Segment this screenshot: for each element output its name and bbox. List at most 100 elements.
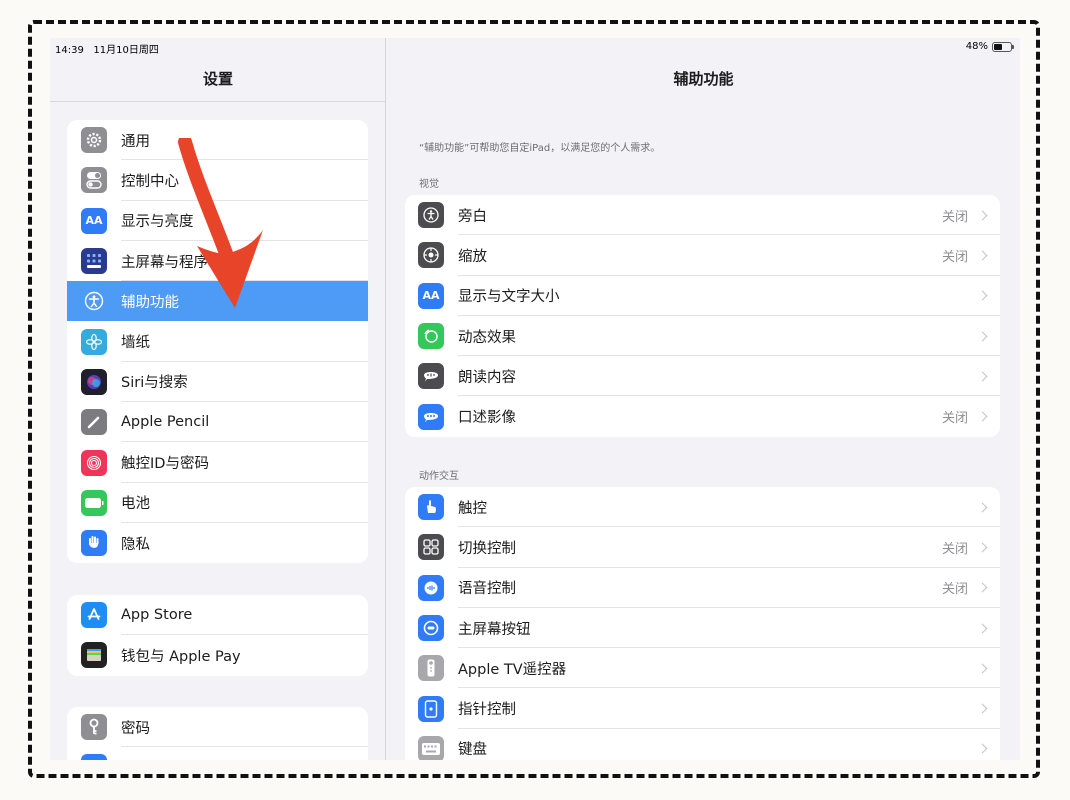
pointer-icon [418,695,444,722]
pencil-icon [81,409,107,436]
row-label: Apple TV遥控器 [458,661,567,678]
sidebar-item-battery[interactable]: 电池 [67,483,368,523]
app-store-icon [81,602,107,629]
vision-group: 旁白 关闭 缩放 关闭 AA 显示与文字大小 动态效果 朗读内容 口述影像 关闭 [405,195,1000,437]
row-value: 关闭 [941,541,968,557]
row-motion[interactable]: 动态效果 [405,316,1000,357]
sidebar-item-wallpaper[interactable]: 墙纸 [67,321,368,362]
sidebar-item-display-brightness[interactable]: AA 显示与亮度 [67,201,368,241]
sidebar-item-privacy[interactable]: 隐私 [67,523,368,563]
row-label: 主屏幕按钮 [458,621,531,638]
sidebar-item-app-store[interactable]: App Store [67,595,368,636]
hand-icon [81,530,107,557]
settings-sidebar: 设置 通用 控制中心 AA 显示与亮度 主屏幕与程序坞 辅助功能 墙纸 Siri… [50,38,386,760]
siri-icon [81,368,107,395]
sidebar-header-divider [50,101,386,102]
sidebar-item-passwords[interactable]: 密码 [67,707,368,748]
row-value: 关闭 [941,582,968,598]
row-value: 关闭 [941,249,968,265]
row-switch-control[interactable]: 切换控制 关闭 [405,527,1000,568]
sidebar-item-label: 触控ID与密码 [121,456,209,473]
chevron-right-icon [977,743,988,754]
row-label: 切换控制 [458,540,516,557]
text-size-aa-icon: AA [418,282,444,309]
sidebar-title: 设置 [202,70,233,88]
row-home-button[interactable]: 主屏幕按钮 [405,608,1000,649]
home-screen-grid-icon [81,248,107,275]
gear-icon [81,127,107,154]
status-time: 14:39 11月10日周四 [55,45,159,56]
sidebar-item-label: App Store [121,607,193,624]
sidebar-group-passwords: 密码 [67,707,368,760]
chevron-right-icon [977,663,988,674]
row-label: 动态效果 [458,329,516,346]
row-label: 指针控制 [458,702,516,719]
row-voice-control[interactable]: 语音控制 关闭 [405,568,1000,608]
sidebar-item-accessibility[interactable]: 辅助功能 [67,281,368,322]
section-header-vision: 视觉 [419,179,439,190]
sidebar-item-label: 密码 [121,720,150,737]
detail-title: 辅助功能 [673,70,734,88]
chevron-right-icon [977,210,988,221]
sidebar-item-home-screen-dock[interactable]: 主屏幕与程序坞 [67,241,368,282]
voice-control-icon [418,574,444,601]
motion-icon [418,323,444,350]
sidebar-item-general[interactable]: 通用 [67,120,368,161]
chevron-right-icon [977,331,988,341]
section-header-physical-motor: 动作交互 [419,471,459,482]
sidebar-item-label: 辅助功能 [121,294,179,311]
row-pointer-control[interactable]: 指针控制 [405,688,1000,729]
audio-description-icon [418,403,444,430]
fingerprint-icon [81,449,107,476]
chevron-right-icon [977,371,988,382]
zoom-icon [418,242,444,269]
accessibility-detail-pane: 辅助功能 “辅助功能”可帮助您自定iPad，以满足您的个人需求。 视觉 旁白 关… [387,38,1020,760]
sidebar-item-label: Siri与搜索 [121,375,188,392]
row-label: 口述影像 [458,410,516,427]
chevron-right-icon [977,582,988,593]
sidebar-item-label: 主屏幕与程序坞 [121,254,223,271]
sidebar-group-store: App Store 钱包与 Apple Pay [67,595,368,676]
sidebar-item-label: 电池 [121,496,150,513]
chevron-right-icon [977,502,988,513]
speech-bubble-icon [418,363,444,390]
battery-icon [81,489,107,516]
sidebar-group-main: 通用 控制中心 AA 显示与亮度 主屏幕与程序坞 辅助功能 墙纸 Siri与搜索… [67,120,368,564]
sidebar-item-next[interactable] [67,747,368,760]
chevron-right-icon [977,542,988,553]
sidebar-item-control-center[interactable]: 控制中心 [67,160,368,201]
sidebar-item-touch-id-passcode[interactable]: 触控ID与密码 [67,442,368,483]
row-value: 关闭 [941,411,968,427]
row-apple-tv-remote[interactable]: Apple TV遥控器 [405,648,1000,689]
row-label: 朗读内容 [458,369,516,386]
sidebar-item-label: 显示与亮度 [121,214,194,231]
row-zoom[interactable]: 缩放 关闭 [405,235,1000,276]
home-button-icon [418,615,444,642]
voiceover-icon [418,202,444,229]
sidebar-item-siri-search[interactable]: Siri与搜索 [67,362,368,403]
chevron-right-icon [977,411,988,422]
sidebar-item-label: 墙纸 [121,335,150,352]
sidebar-item-label: Apple Pencil [121,414,210,431]
partial-app-icon [81,754,107,760]
row-display-text-size[interactable]: AA 显示与文字大小 [405,276,1000,316]
row-keyboard[interactable]: 键盘 [405,729,1000,760]
battery-percentage: 48% [965,41,988,52]
switch-control-icon [418,534,444,561]
row-label: 缩放 [458,248,487,265]
remote-icon [418,655,444,682]
row-value: 关闭 [941,209,968,225]
chevron-right-icon [977,290,988,301]
toggles-icon [81,167,107,194]
row-label: 触控 [458,500,487,517]
row-touch[interactable]: 触控 [405,487,1000,528]
row-spoken-content[interactable]: 朗读内容 [405,356,1000,397]
row-audio-descriptions[interactable]: 口述影像 关闭 [405,396,1000,436]
sidebar-item-apple-pencil[interactable]: Apple Pencil [67,402,368,443]
wallet-icon [81,642,107,669]
row-voiceover[interactable]: 旁白 关闭 [405,195,1000,236]
row-label: 语音控制 [458,581,516,598]
accessibility-icon [81,288,107,314]
row-label: 旁白 [458,208,487,225]
sidebar-item-wallet-apple-pay[interactable]: 钱包与 Apple Pay [67,635,368,675]
